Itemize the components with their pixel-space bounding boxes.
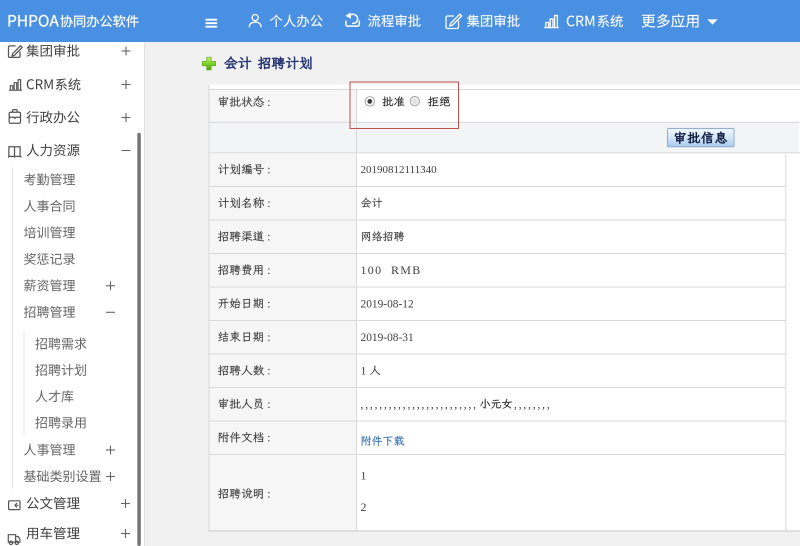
svg-text:100 RMB: 100 RMB (361, 263, 422, 277)
svg-text:1: 1 (361, 363, 367, 377)
svg-text:2019-08-31: 2019-08-31 (361, 332, 414, 344)
svg-text:,,,,,,,,: ,,,,,,,, (514, 399, 552, 411)
svg-text:2019-08-12: 2019-08-12 (361, 298, 414, 310)
svg-text:1: 1 (361, 469, 367, 483)
svg-text:,,,,,,,,,,,,,,,,,,,,,,,,,: ,,,,,,,,,,,,,,,,,,,,,,,,, (361, 399, 478, 411)
svg-text:20190812111340: 20190812111340 (361, 164, 438, 176)
svg-text:2: 2 (361, 500, 367, 514)
